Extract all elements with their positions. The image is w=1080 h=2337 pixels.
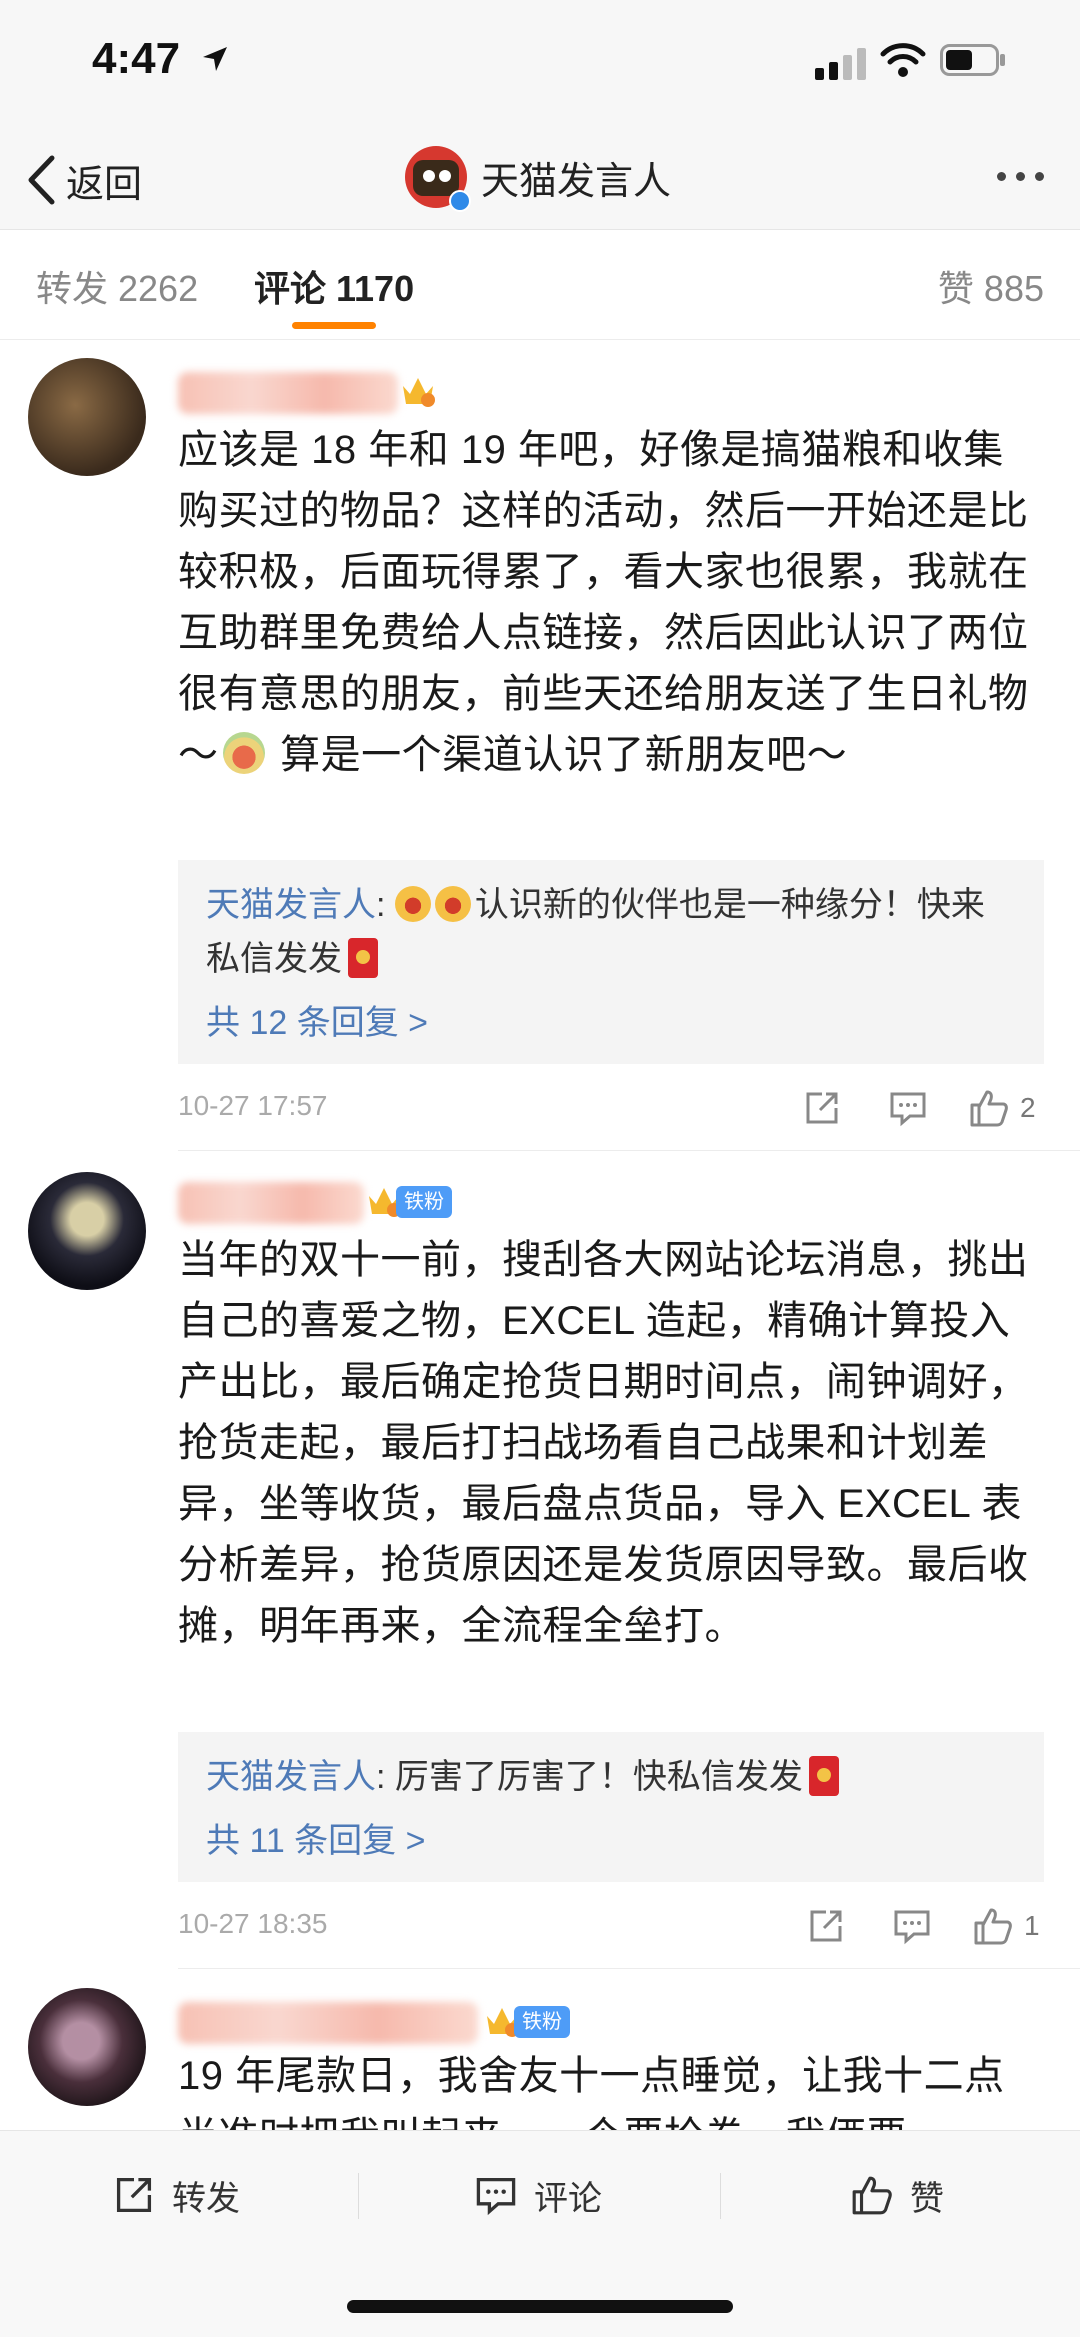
bottom-comment-label: 评论 xyxy=(534,2179,602,2218)
avatar[interactable] xyxy=(28,1172,146,1290)
reply-author[interactable]: 天猫发言人 xyxy=(206,886,376,924)
avatar[interactable] xyxy=(28,358,146,476)
comment-icon xyxy=(476,2177,516,2216)
red-packet-icon xyxy=(808,1756,839,1796)
divider xyxy=(720,2173,721,2219)
view-replies-link[interactable]: 共 12 条回复 > xyxy=(206,994,1016,1052)
chevron-left-icon xyxy=(28,155,55,205)
nav-title-group[interactable]: 天猫发言人 xyxy=(405,146,672,212)
more-options-icon[interactable] xyxy=(997,172,1044,181)
status-bar: 4:47 xyxy=(0,0,1080,130)
like-button[interactable]: 2 xyxy=(968,1086,1036,1130)
thumbs-up-icon xyxy=(852,2176,892,2215)
repost-button[interactable] xyxy=(806,1904,846,1948)
avatar xyxy=(405,146,471,212)
reply-box[interactable]: 天猫发言人: 厉害了厉害了！快私信发发 共 11 条回复 > xyxy=(178,1732,1044,1882)
thumbs-up-icon xyxy=(974,1908,1012,1945)
battery-icon xyxy=(940,44,1005,76)
back-label: 返回 xyxy=(66,163,143,206)
reply-text: 厉害了厉害了！快私信发发 xyxy=(394,1758,803,1796)
reply-button[interactable] xyxy=(888,1086,928,1130)
bottom-like-label: 赞 xyxy=(910,2179,944,2218)
reply-box[interactable]: 天猫发言人: 认识新的伙伴也是一种缘分！快来私信发发 共 12 条回复 > xyxy=(178,860,1044,1064)
view-replies-link[interactable]: 共 11 条回复 > xyxy=(206,1812,1016,1870)
home-indicator[interactable] xyxy=(347,2300,733,2313)
thumbs-up-icon xyxy=(970,1090,1008,1127)
crown-icon xyxy=(403,378,435,407)
comment-text: 19 年尾款日，我舍友十一点睡觉，让我十二点半准时把我叫起来，一个要抢卷，我俩要 xyxy=(178,2054,1005,2136)
comment-text: 应该是 18 年和 19 年吧，好像是搞猫粮和收集购买过的物品？这样的活动，然后… xyxy=(178,428,1029,777)
emoji-icon xyxy=(394,886,431,922)
share-icon xyxy=(116,2177,152,2213)
username-blurred[interactable] xyxy=(178,1182,364,1224)
divider xyxy=(358,2173,359,2219)
share-icon xyxy=(810,1910,842,1942)
page-title: 天猫发言人 xyxy=(481,160,672,203)
fan-badge: 铁粉 xyxy=(396,1186,452,1218)
avatar[interactable] xyxy=(28,1988,146,2106)
tab-comment[interactable]: 评论 1170 xyxy=(254,260,414,312)
comment-icon xyxy=(894,1910,930,1945)
nav-bar: 返回 天猫发言人 xyxy=(0,130,1080,230)
active-tab-indicator xyxy=(292,322,376,329)
location-arrow-icon xyxy=(203,47,227,71)
comment-meta: 10-27 17:57 2 xyxy=(178,1082,1044,1132)
bottom-comment-button[interactable]: 评论 xyxy=(474,2165,602,2225)
comment-time: 10-27 18:35 xyxy=(178,1908,328,1939)
like-button[interactable]: 1 xyxy=(972,1904,1040,1948)
tab-bar: 转发 2262 评论 1170 赞 885 xyxy=(0,230,1080,340)
tab-repost[interactable]: 转发 2262 xyxy=(36,260,198,312)
comment-icon xyxy=(890,1092,926,1127)
verified-badge-icon xyxy=(449,190,471,212)
gift-emoji-icon xyxy=(222,732,265,774)
username-blurred[interactable] xyxy=(178,2002,478,2044)
wifi-icon xyxy=(880,43,926,77)
back-button[interactable]: 返回 xyxy=(26,150,142,210)
comment-text: 当年的双十一前，搜刮各大网站论坛消息，挑出自己的喜爱之物，EXCEL 造起，精确… xyxy=(178,1238,1029,1648)
reply-button[interactable] xyxy=(892,1904,932,1948)
reply-author[interactable]: 天猫发言人 xyxy=(206,1758,376,1796)
bottom-repost-label: 转发 xyxy=(172,2179,240,2218)
divider xyxy=(178,1968,1080,1969)
comment-meta: 10-27 18:35 1 xyxy=(178,1900,1044,1950)
red-packet-icon xyxy=(348,938,378,978)
status-time: 4:47 xyxy=(92,34,181,83)
like-count: 1 xyxy=(1024,1910,1040,1941)
bottom-repost-button[interactable]: 转发 xyxy=(112,2165,240,2225)
divider xyxy=(178,1150,1080,1151)
cellular-signal-icon xyxy=(815,48,866,80)
like-count: 2 xyxy=(1020,1092,1036,1123)
bottom-like-button[interactable]: 赞 xyxy=(850,2165,944,2225)
username-blurred[interactable] xyxy=(178,372,398,414)
repost-button[interactable] xyxy=(802,1086,842,1130)
fan-badge: 铁粉 xyxy=(514,2006,570,2038)
emoji-icon xyxy=(434,886,471,922)
tab-like[interactable]: 赞 885 xyxy=(938,260,1044,312)
share-icon xyxy=(806,1092,838,1124)
comment-time: 10-27 17:57 xyxy=(178,1090,328,1121)
